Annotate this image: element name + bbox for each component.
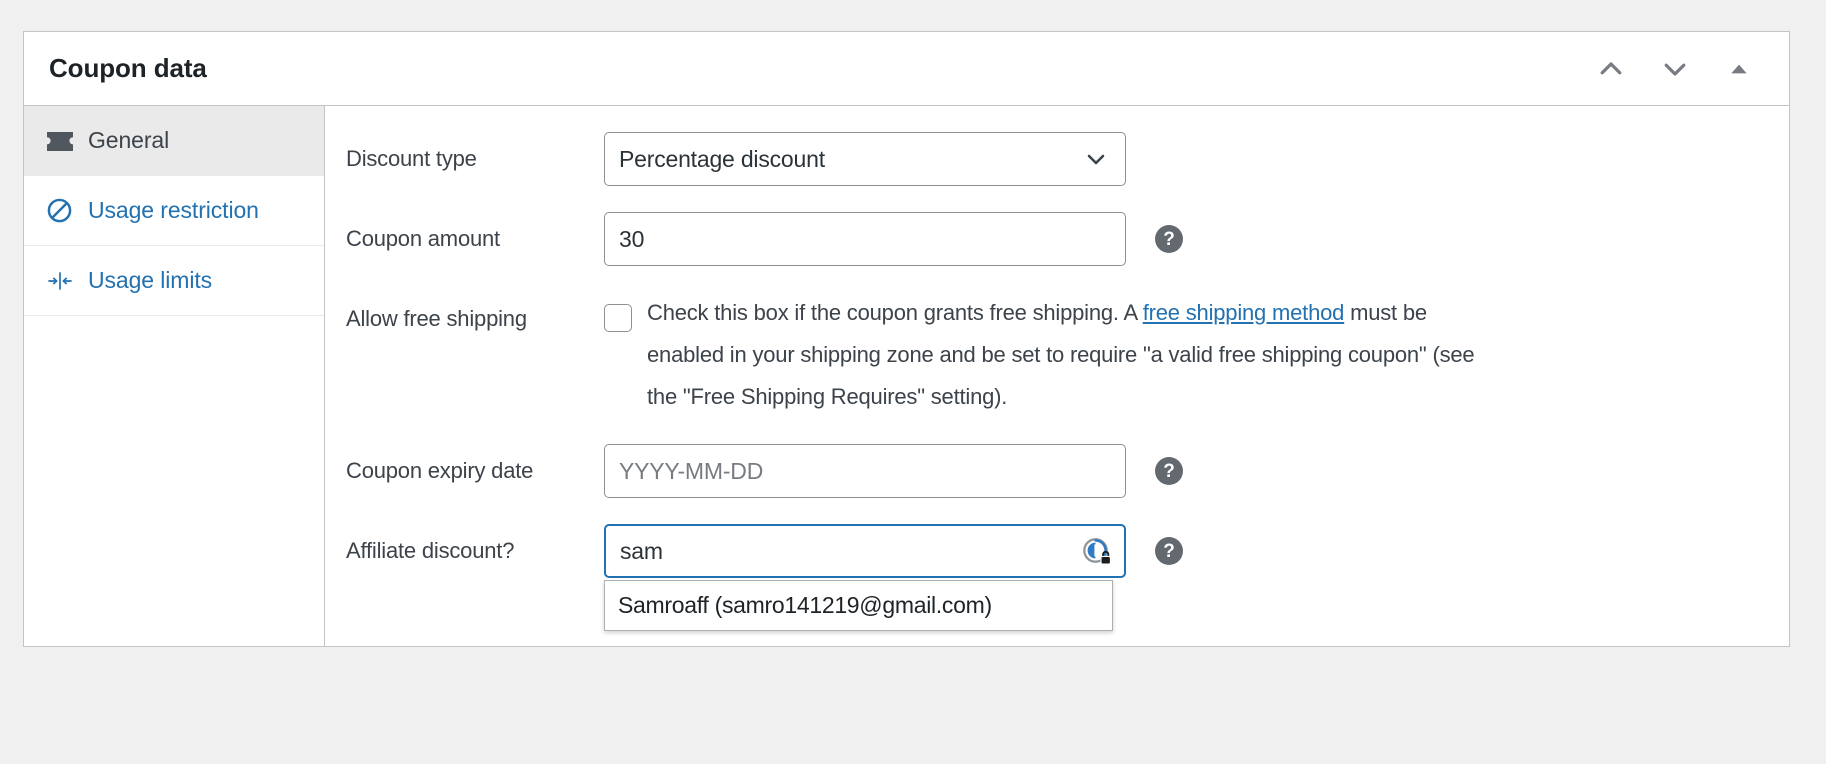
panel-header-actions: [1589, 47, 1765, 91]
allow-free-shipping-checkbox-wrap: Check this box if the coupon grants free…: [604, 292, 1504, 418]
sidebar-item-label: Usage limits: [88, 267, 213, 293]
help-icon[interactable]: ?: [1155, 225, 1183, 253]
coupon-amount-label: Coupon amount: [346, 226, 500, 251]
coupon-amount-help: ?: [1152, 212, 1186, 266]
discount-type-select[interactable]: Percentage discount: [604, 132, 1126, 186]
description-text-before-link: Check this box if the coupon grants free…: [647, 300, 1143, 325]
free-shipping-method-link[interactable]: free shipping method: [1143, 300, 1345, 325]
coupon-data-panel: Coupon data General Usage restriction Us…: [23, 31, 1790, 647]
sidebar-item-general[interactable]: General: [24, 106, 324, 176]
screen: Coupon data General Usage restriction Us…: [0, 0, 1826, 764]
coupon-expiry-date-input[interactable]: [604, 444, 1126, 498]
affiliate-discount-input[interactable]: [604, 524, 1126, 578]
field-coupon-amount: Coupon amount ?: [325, 212, 1789, 266]
sidebar-item-usage-limits[interactable]: Usage limits: [24, 246, 324, 316]
discount-type-control: Percentage discount: [604, 132, 1126, 186]
affiliate-autocomplete-dropdown: Samroaff (samro141219@gmail.com): [604, 580, 1113, 631]
usage-limits-icon: [46, 270, 80, 292]
affiliate-discount-label: Affiliate discount?: [346, 538, 515, 563]
chevron-up-icon: [1596, 54, 1626, 84]
sidebar-item-label: General: [88, 127, 170, 153]
allow-free-shipping-control: Check this box if the coupon grants free…: [604, 292, 1504, 418]
no-entry-icon: [46, 197, 80, 224]
field-coupon-expiry-date: Coupon expiry date ?: [325, 444, 1789, 498]
panel-header: Coupon data: [24, 32, 1789, 106]
help-icon[interactable]: ?: [1155, 537, 1183, 565]
coupon-amount-control: ?: [604, 212, 1186, 266]
coupon-amount-input[interactable]: [604, 212, 1126, 266]
panel-body: General Usage restriction Usage limits D…: [24, 106, 1789, 646]
coupon-expiry-date-control: ?: [604, 444, 1186, 498]
discount-type-select-wrap: Percentage discount: [604, 132, 1126, 186]
field-discount-type: Discount type Percentage discount: [325, 132, 1789, 186]
discount-type-label: Discount type: [346, 146, 477, 171]
autocomplete-option[interactable]: Samroaff (samro141219@gmail.com): [605, 581, 1112, 630]
chevron-down-icon: [1660, 54, 1690, 84]
field-affiliate-discount: Affiliate discount? sam Samroaff (samro1…: [325, 524, 1789, 631]
allow-free-shipping-checkbox[interactable]: [604, 304, 632, 332]
coupon-expiry-date-label: Coupon expiry date: [346, 458, 534, 483]
coupon-data-tabs: General Usage restriction Usage limits: [24, 106, 325, 646]
toggle-panel-button[interactable]: [1717, 47, 1761, 91]
help-icon[interactable]: ?: [1155, 457, 1183, 485]
field-allow-free-shipping: Allow free shipping Check this box if th…: [325, 292, 1789, 418]
move-down-button[interactable]: [1653, 47, 1697, 91]
general-tab-panel: Discount type Percentage discount Coupon…: [325, 106, 1789, 646]
triangle-up-icon: [1728, 58, 1750, 80]
allow-free-shipping-label: Allow free shipping: [346, 306, 527, 331]
affiliate-discount-help: ?: [1152, 524, 1186, 578]
ticket-icon: [46, 130, 80, 152]
sidebar-item-usage-restriction[interactable]: Usage restriction: [24, 176, 324, 246]
page-title: Coupon data: [49, 53, 207, 83]
coupon-expiry-date-help: ?: [1152, 444, 1186, 498]
1password-lock-icon[interactable]: [1082, 537, 1112, 567]
affiliate-discount-control: Samroaff (samro141219@gmail.com) ?: [604, 524, 1186, 631]
move-up-button[interactable]: [1589, 47, 1633, 91]
sidebar-item-label: Usage restriction: [88, 197, 259, 223]
allow-free-shipping-description: Check this box if the coupon grants free…: [647, 292, 1504, 418]
